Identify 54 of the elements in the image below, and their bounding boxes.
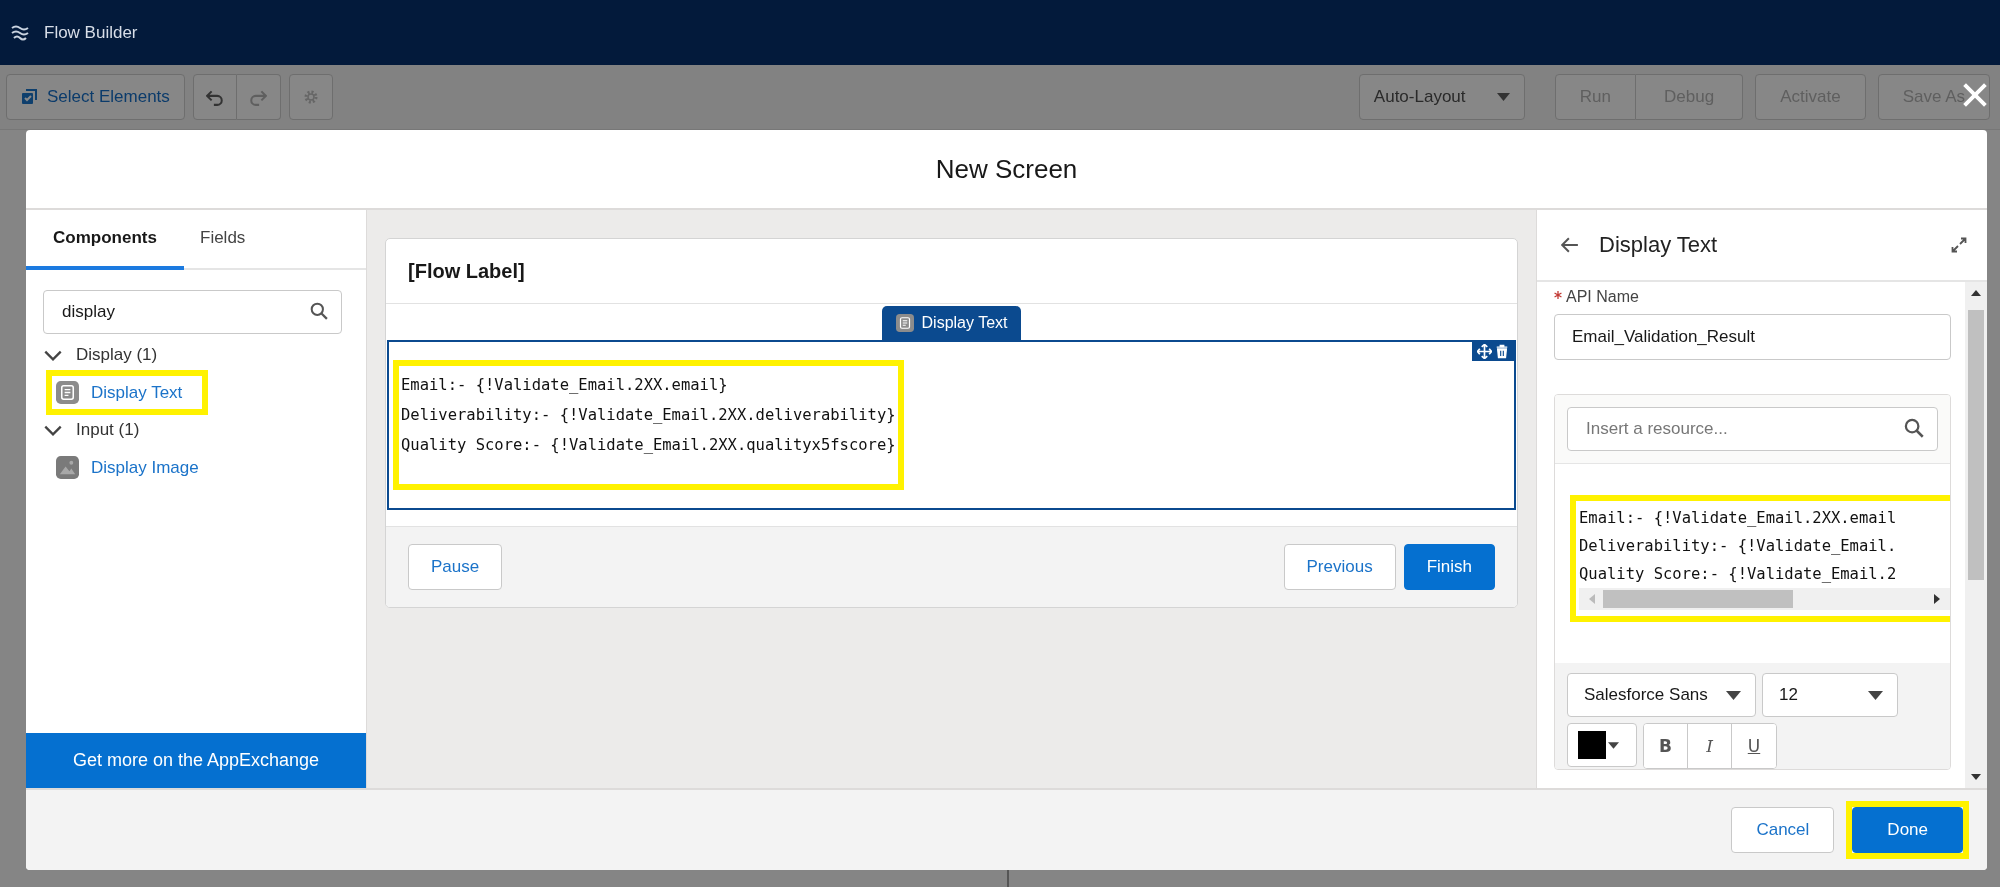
scroll-right-icon[interactable] [1934,594,1940,604]
caret-icon [1608,741,1619,749]
vertical-scrollbar[interactable] [1965,282,1987,788]
image-component-icon [56,456,79,479]
component-link[interactable]: Display Image [91,457,199,478]
component-tab[interactable]: Display Text [881,306,1022,340]
scroll-up-icon[interactable] [1971,290,1981,296]
chevron-icon[interactable] [44,349,62,361]
editor-text: Email:- {!Validate_Email.2XX.email Deliverability:- {!Validate_Email. Quality Score:- {!Validate_Email.2 [1579,508,1898,585]
panel-tab[interactable]: Fields [184,210,262,270]
settings-icon [302,89,319,105]
layout-dropdown[interactable]: Auto-Layout [1358,74,1525,120]
resource-search-field[interactable]: Insert a resource... [1567,407,1938,451]
move-delete-icon[interactable] [1472,342,1514,361]
navigation-button[interactable]: Finish [1403,544,1495,590]
select-elements-button[interactable]: Select Elements [6,74,185,120]
font-family-select[interactable]: Salesforce Sans [1567,673,1756,717]
undo-button[interactable] [192,74,237,120]
search-icon [310,302,328,320]
caret-icon [1726,690,1741,700]
checkbox-icon [21,89,37,105]
text-component-icon [56,381,79,404]
component-link[interactable]: Display Text [91,382,183,403]
navigation-button[interactable]: Previous [1283,544,1396,590]
chevron-icon[interactable] [44,424,62,436]
group-label: Display (1) [76,345,158,365]
footer-button[interactable]: Done [1852,807,1963,853]
group-label: Input (1) [76,420,140,440]
api-name-field[interactable]: Email_Validation_Result [1554,314,1951,360]
appexchange-button[interactable]: Get more on the AppExchange [26,733,366,788]
app-title: Flow Builder [44,22,138,43]
search-field[interactable]: display [43,290,342,334]
caret-icon [1868,690,1883,700]
panel-title: Display Text [1599,232,1718,258]
format-button[interactable]: B [1644,724,1688,768]
display-text-content: Email:- {!Validate_Email.2XX.email} Deliverability:- {!Validate_Email.2XX.deliverability} Quality Score:- {!Validate_Email.2XX.qualityx5fscore} [401,375,896,456]
card-title: [Flow Label] [408,259,525,283]
undo-icon [205,88,224,106]
scroll-down-icon[interactable] [1971,774,1981,780]
footer-button[interactable]: Cancel [1731,807,1835,853]
back-arrow-icon[interactable] [1561,237,1579,253]
panel-tab[interactable]: Components [26,210,184,270]
pause-button[interactable]: Pause [408,544,503,590]
caret-icon [1496,93,1510,101]
font-size-select[interactable]: 12 [1762,673,1898,717]
redo-icon [249,88,268,106]
field-label: API Name [1566,288,1639,306]
text-color-button[interactable] [1567,723,1637,767]
selected-component[interactable]: Email:- {!Validate_Email.2XX.email} Deliverability:- {!Validate_Email.2XX.deliverability} Quality Score:- {!Validate_Email.2XX.qualityx5fscore} [387,340,1516,510]
search-icon [1904,418,1924,438]
text-component-icon [895,314,914,332]
horizontal-scrollbar[interactable] [1579,588,1950,610]
expand-icon[interactable] [1951,237,1967,253]
modal-title: New Screen [935,153,1078,185]
